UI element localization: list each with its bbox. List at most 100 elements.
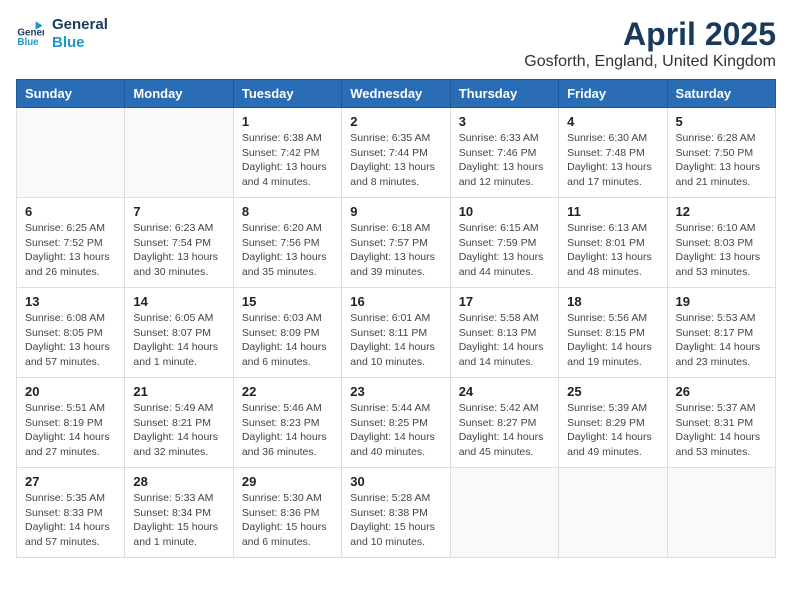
logo-icon: General Blue (16, 20, 44, 48)
day-header-monday: Monday (125, 80, 233, 108)
day-info: Sunrise: 5:58 AM Sunset: 8:13 PM Dayligh… (459, 311, 550, 370)
day-cell-15: 15 Sunrise: 6:03 AM Sunset: 8:09 PM Dayli… (233, 288, 341, 378)
week-row-2: 6 Sunrise: 6:25 AM Sunset: 7:52 PM Daylig… (17, 198, 776, 288)
day-number: 8 (242, 204, 333, 219)
day-cell-25: 25 Sunrise: 5:39 AM Sunset: 8:29 PM Dayli… (559, 378, 667, 468)
day-number: 4 (567, 114, 658, 129)
day-info: Sunrise: 6:28 AM Sunset: 7:50 PM Dayligh… (676, 131, 767, 190)
day-cell-29: 29 Sunrise: 5:30 AM Sunset: 8:36 PM Dayli… (233, 468, 341, 558)
day-number: 11 (567, 204, 658, 219)
day-info: Sunrise: 5:44 AM Sunset: 8:25 PM Dayligh… (350, 401, 441, 460)
empty-cell (17, 108, 125, 198)
day-info: Sunrise: 5:51 AM Sunset: 8:19 PM Dayligh… (25, 401, 116, 460)
day-number: 2 (350, 114, 441, 129)
day-number: 15 (242, 294, 333, 309)
day-info: Sunrise: 6:25 AM Sunset: 7:52 PM Dayligh… (25, 221, 116, 280)
day-number: 21 (133, 384, 224, 399)
day-info: Sunrise: 5:30 AM Sunset: 8:36 PM Dayligh… (242, 491, 333, 550)
day-number: 18 (567, 294, 658, 309)
day-number: 23 (350, 384, 441, 399)
day-number: 1 (242, 114, 333, 129)
day-info: Sunrise: 6:38 AM Sunset: 7:42 PM Dayligh… (242, 131, 333, 190)
logo-blue: Blue (52, 34, 108, 52)
day-info: Sunrise: 5:28 AM Sunset: 8:38 PM Dayligh… (350, 491, 441, 550)
day-info: Sunrise: 6:18 AM Sunset: 7:57 PM Dayligh… (350, 221, 441, 280)
day-info: Sunrise: 5:39 AM Sunset: 8:29 PM Dayligh… (567, 401, 658, 460)
day-cell-3: 3Sunrise: 6:33 AM Sunset: 7:46 PM Daylig… (450, 108, 558, 198)
day-cell-27: 27 Sunrise: 5:35 AM Sunset: 8:33 PM Dayli… (17, 468, 125, 558)
day-header-wednesday: Wednesday (342, 80, 450, 108)
day-cell-13: 13Sunrise: 6:08 AM Sunset: 8:05 PM Dayli… (17, 288, 125, 378)
day-info: Sunrise: 6:13 AM Sunset: 8:01 PM Dayligh… (567, 221, 658, 280)
day-info: Sunrise: 5:49 AM Sunset: 8:21 PM Dayligh… (133, 401, 224, 460)
day-info: Sunrise: 5:46 AM Sunset: 8:23 PM Dayligh… (242, 401, 333, 460)
day-cell-26: 26 Sunrise: 5:37 AM Sunset: 8:31 PM Dayli… (667, 378, 775, 468)
day-info: Sunrise: 6:10 AM Sunset: 8:03 PM Dayligh… (676, 221, 767, 280)
day-number: 19 (676, 294, 767, 309)
day-cell-14: 14 Sunrise: 6:05 AM Sunset: 8:07 PM Dayli… (125, 288, 233, 378)
day-info: Sunrise: 6:20 AM Sunset: 7:56 PM Dayligh… (242, 221, 333, 280)
day-cell-28: 28 Sunrise: 5:33 AM Sunset: 8:34 PM Dayli… (125, 468, 233, 558)
day-header-sunday: Sunday (17, 80, 125, 108)
day-info: Sunrise: 6:03 AM Sunset: 8:09 PM Dayligh… (242, 311, 333, 370)
day-cell-19: 19 Sunrise: 5:53 AM Sunset: 8:17 PM Dayli… (667, 288, 775, 378)
day-header-friday: Friday (559, 80, 667, 108)
day-info: Sunrise: 5:33 AM Sunset: 8:34 PM Dayligh… (133, 491, 224, 550)
day-number: 20 (25, 384, 116, 399)
week-row-5: 27 Sunrise: 5:35 AM Sunset: 8:33 PM Dayli… (17, 468, 776, 558)
day-cell-8: 8 Sunrise: 6:20 AM Sunset: 7:56 PM Daylig… (233, 198, 341, 288)
week-row-3: 13Sunrise: 6:08 AM Sunset: 8:05 PM Dayli… (17, 288, 776, 378)
logo-general: General (52, 16, 108, 34)
day-cell-24: 24Sunrise: 5:42 AM Sunset: 8:27 PM Dayli… (450, 378, 558, 468)
day-number: 29 (242, 474, 333, 489)
page-header: General Blue General Blue April 2025 Gos… (16, 16, 776, 71)
day-cell-6: 6 Sunrise: 6:25 AM Sunset: 7:52 PM Daylig… (17, 198, 125, 288)
day-number: 26 (676, 384, 767, 399)
empty-cell (667, 468, 775, 558)
day-number: 17 (459, 294, 550, 309)
day-info: Sunrise: 5:53 AM Sunset: 8:17 PM Dayligh… (676, 311, 767, 370)
day-info: Sunrise: 5:37 AM Sunset: 8:31 PM Dayligh… (676, 401, 767, 460)
day-cell-9: 9 Sunrise: 6:18 AM Sunset: 7:57 PM Daylig… (342, 198, 450, 288)
day-info: Sunrise: 6:05 AM Sunset: 8:07 PM Dayligh… (133, 311, 224, 370)
day-number: 25 (567, 384, 658, 399)
day-number: 16 (350, 294, 441, 309)
day-cell-23: 23 Sunrise: 5:44 AM Sunset: 8:25 PM Dayli… (342, 378, 450, 468)
day-cell-4: 4Sunrise: 6:30 AM Sunset: 7:48 PM Daylig… (559, 108, 667, 198)
day-number: 28 (133, 474, 224, 489)
subtitle: Gosforth, England, United Kingdom (524, 53, 776, 71)
day-cell-20: 20 Sunrise: 5:51 AM Sunset: 8:19 PM Dayli… (17, 378, 125, 468)
day-cell-11: 11 Sunrise: 6:13 AM Sunset: 8:01 PM Dayli… (559, 198, 667, 288)
day-cell-16: 16 Sunrise: 6:01 AM Sunset: 8:11 PM Dayli… (342, 288, 450, 378)
day-info: Sunrise: 5:56 AM Sunset: 8:15 PM Dayligh… (567, 311, 658, 370)
day-cell-22: 22Sunrise: 5:46 AM Sunset: 8:23 PM Dayli… (233, 378, 341, 468)
day-header-thursday: Thursday (450, 80, 558, 108)
day-number: 5 (676, 114, 767, 129)
svg-text:Blue: Blue (17, 37, 39, 48)
day-cell-7: 7Sunrise: 6:23 AM Sunset: 7:54 PM Daylig… (125, 198, 233, 288)
day-number: 12 (676, 204, 767, 219)
day-cell-30: 30Sunrise: 5:28 AM Sunset: 8:38 PM Dayli… (342, 468, 450, 558)
day-number: 9 (350, 204, 441, 219)
title-block: April 2025 Gosforth, England, United Kin… (524, 16, 776, 71)
day-number: 27 (25, 474, 116, 489)
day-info: Sunrise: 6:15 AM Sunset: 7:59 PM Dayligh… (459, 221, 550, 280)
day-cell-12: 12 Sunrise: 6:10 AM Sunset: 8:03 PM Dayli… (667, 198, 775, 288)
day-number: 14 (133, 294, 224, 309)
day-cell-18: 18 Sunrise: 5:56 AM Sunset: 8:15 PM Dayli… (559, 288, 667, 378)
day-header-tuesday: Tuesday (233, 80, 341, 108)
day-info: Sunrise: 5:42 AM Sunset: 8:27 PM Dayligh… (459, 401, 550, 460)
day-header-saturday: Saturday (667, 80, 775, 108)
day-number: 7 (133, 204, 224, 219)
day-number: 10 (459, 204, 550, 219)
day-cell-10: 10 Sunrise: 6:15 AM Sunset: 7:59 PM Dayli… (450, 198, 558, 288)
day-info: Sunrise: 6:08 AM Sunset: 8:05 PM Dayligh… (25, 311, 116, 370)
day-info: Sunrise: 5:35 AM Sunset: 8:33 PM Dayligh… (25, 491, 116, 550)
day-info: Sunrise: 6:35 AM Sunset: 7:44 PM Dayligh… (350, 131, 441, 190)
day-number: 6 (25, 204, 116, 219)
day-info: Sunrise: 6:33 AM Sunset: 7:46 PM Dayligh… (459, 131, 550, 190)
day-info: Sunrise: 6:01 AM Sunset: 8:11 PM Dayligh… (350, 311, 441, 370)
day-cell-1: 1 Sunrise: 6:38 AM Sunset: 7:42 PM Daylig… (233, 108, 341, 198)
day-cell-2: 2 Sunrise: 6:35 AM Sunset: 7:44 PM Daylig… (342, 108, 450, 198)
day-cell-5: 5 Sunrise: 6:28 AM Sunset: 7:50 PM Daylig… (667, 108, 775, 198)
